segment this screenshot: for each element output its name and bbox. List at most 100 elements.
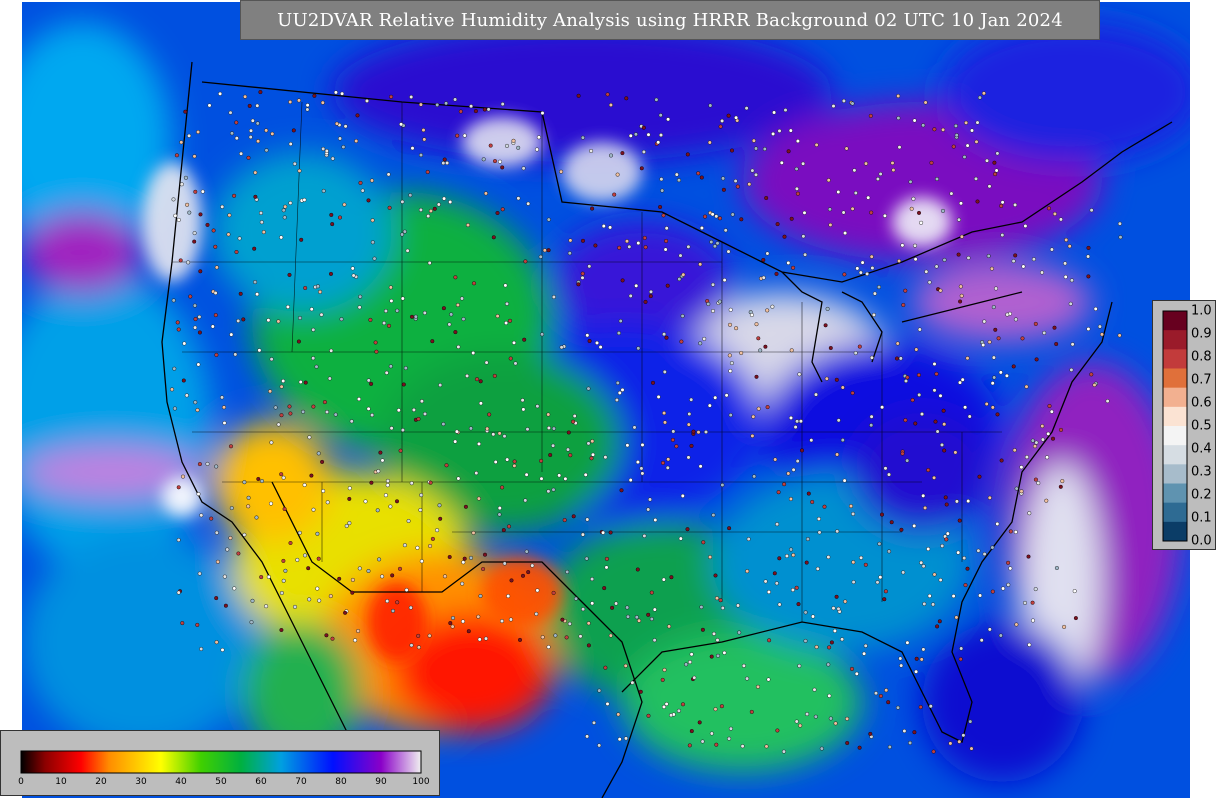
station-dot [828, 716, 833, 721]
station-dot [192, 303, 197, 308]
station-dot [357, 566, 362, 571]
station-dot [178, 258, 183, 263]
obs-tick-label: 0.8 [1191, 349, 1212, 365]
station-dot [801, 161, 806, 166]
station-dot [252, 246, 257, 251]
station-dot [789, 216, 794, 221]
station-dot [524, 549, 529, 554]
station-dot [1033, 444, 1038, 449]
station-dot [601, 224, 606, 229]
station-dot [183, 175, 188, 180]
station-dot [213, 244, 218, 249]
station-dot [419, 559, 424, 564]
station-dot [805, 712, 810, 717]
obs-colorbar-swatch [1163, 330, 1187, 350]
station-dot [237, 236, 242, 241]
station-dot [728, 307, 733, 312]
station-dot [378, 450, 383, 455]
station-dot [354, 138, 359, 143]
station-dot [633, 132, 638, 137]
station-dot [746, 537, 751, 542]
station-dot [539, 476, 544, 481]
station-dot [296, 339, 301, 344]
station-dot [564, 635, 569, 640]
station-dot [325, 410, 330, 415]
station-dot [536, 135, 541, 140]
station-dot [471, 530, 476, 535]
station-dot [990, 545, 995, 550]
station-dot [343, 610, 348, 615]
obs-tick-label: 0.7 [1191, 372, 1212, 388]
station-dot [222, 574, 227, 579]
station-dot [699, 175, 704, 180]
station-dot [309, 307, 314, 312]
station-dot [353, 638, 358, 643]
station-dot [909, 206, 914, 211]
station-dot [786, 149, 791, 154]
station-dot [669, 713, 674, 718]
station-dot [197, 314, 202, 319]
station-dot [958, 380, 963, 385]
station-dot [638, 689, 643, 694]
station-dot [1005, 312, 1010, 317]
station-dot [253, 170, 258, 175]
station-dot [912, 730, 917, 735]
station-dot [466, 223, 471, 228]
station-dot [865, 271, 870, 276]
station-dot [712, 244, 717, 249]
station-dot [713, 707, 718, 712]
station-dot [171, 298, 176, 303]
station-dot [292, 161, 297, 166]
station-dot [298, 380, 303, 385]
station-dot [222, 421, 227, 426]
station-dot [895, 341, 900, 346]
station-dot [1013, 253, 1018, 258]
station-dot [877, 285, 882, 290]
station-dot [689, 443, 694, 448]
station-dot [321, 489, 326, 494]
station-dot [587, 264, 592, 269]
station-dot [1058, 217, 1063, 222]
station-dot [637, 618, 642, 623]
station-dot [750, 433, 755, 438]
station-dot [917, 392, 922, 397]
station-dot [505, 143, 510, 148]
station-dot [488, 143, 493, 148]
station-dot [870, 266, 875, 271]
station-dot [688, 660, 693, 665]
station-dot [739, 351, 744, 356]
station-dot [840, 385, 845, 390]
station-dot [409, 643, 414, 648]
station-dot [991, 355, 996, 360]
station-dot [626, 614, 631, 619]
station-dot [841, 210, 846, 215]
station-dot [944, 502, 949, 507]
station-dot [255, 103, 260, 108]
station-dot [409, 481, 414, 486]
station-dot [311, 404, 316, 409]
station-dot [250, 118, 255, 123]
station-dot [809, 438, 814, 443]
station-dot [872, 291, 877, 296]
station-dot [813, 714, 818, 719]
station-dot [511, 138, 516, 143]
station-dot [422, 310, 427, 315]
station-dot [193, 400, 198, 405]
station-dot [679, 339, 684, 344]
station-dot [822, 504, 827, 509]
station-dot [927, 280, 932, 285]
station-dot [665, 465, 670, 470]
station-dot [989, 266, 994, 271]
station-dot [765, 405, 770, 410]
station-dot [798, 723, 803, 728]
station-dot [373, 340, 378, 345]
station-dot [617, 390, 622, 395]
station-dot [535, 588, 540, 593]
station-dot [325, 500, 330, 505]
station-dot [715, 241, 720, 246]
station-dot [670, 437, 675, 442]
station-dot [829, 640, 834, 645]
station-dot [229, 332, 234, 337]
station-dot [680, 314, 685, 319]
station-dot [518, 637, 523, 642]
